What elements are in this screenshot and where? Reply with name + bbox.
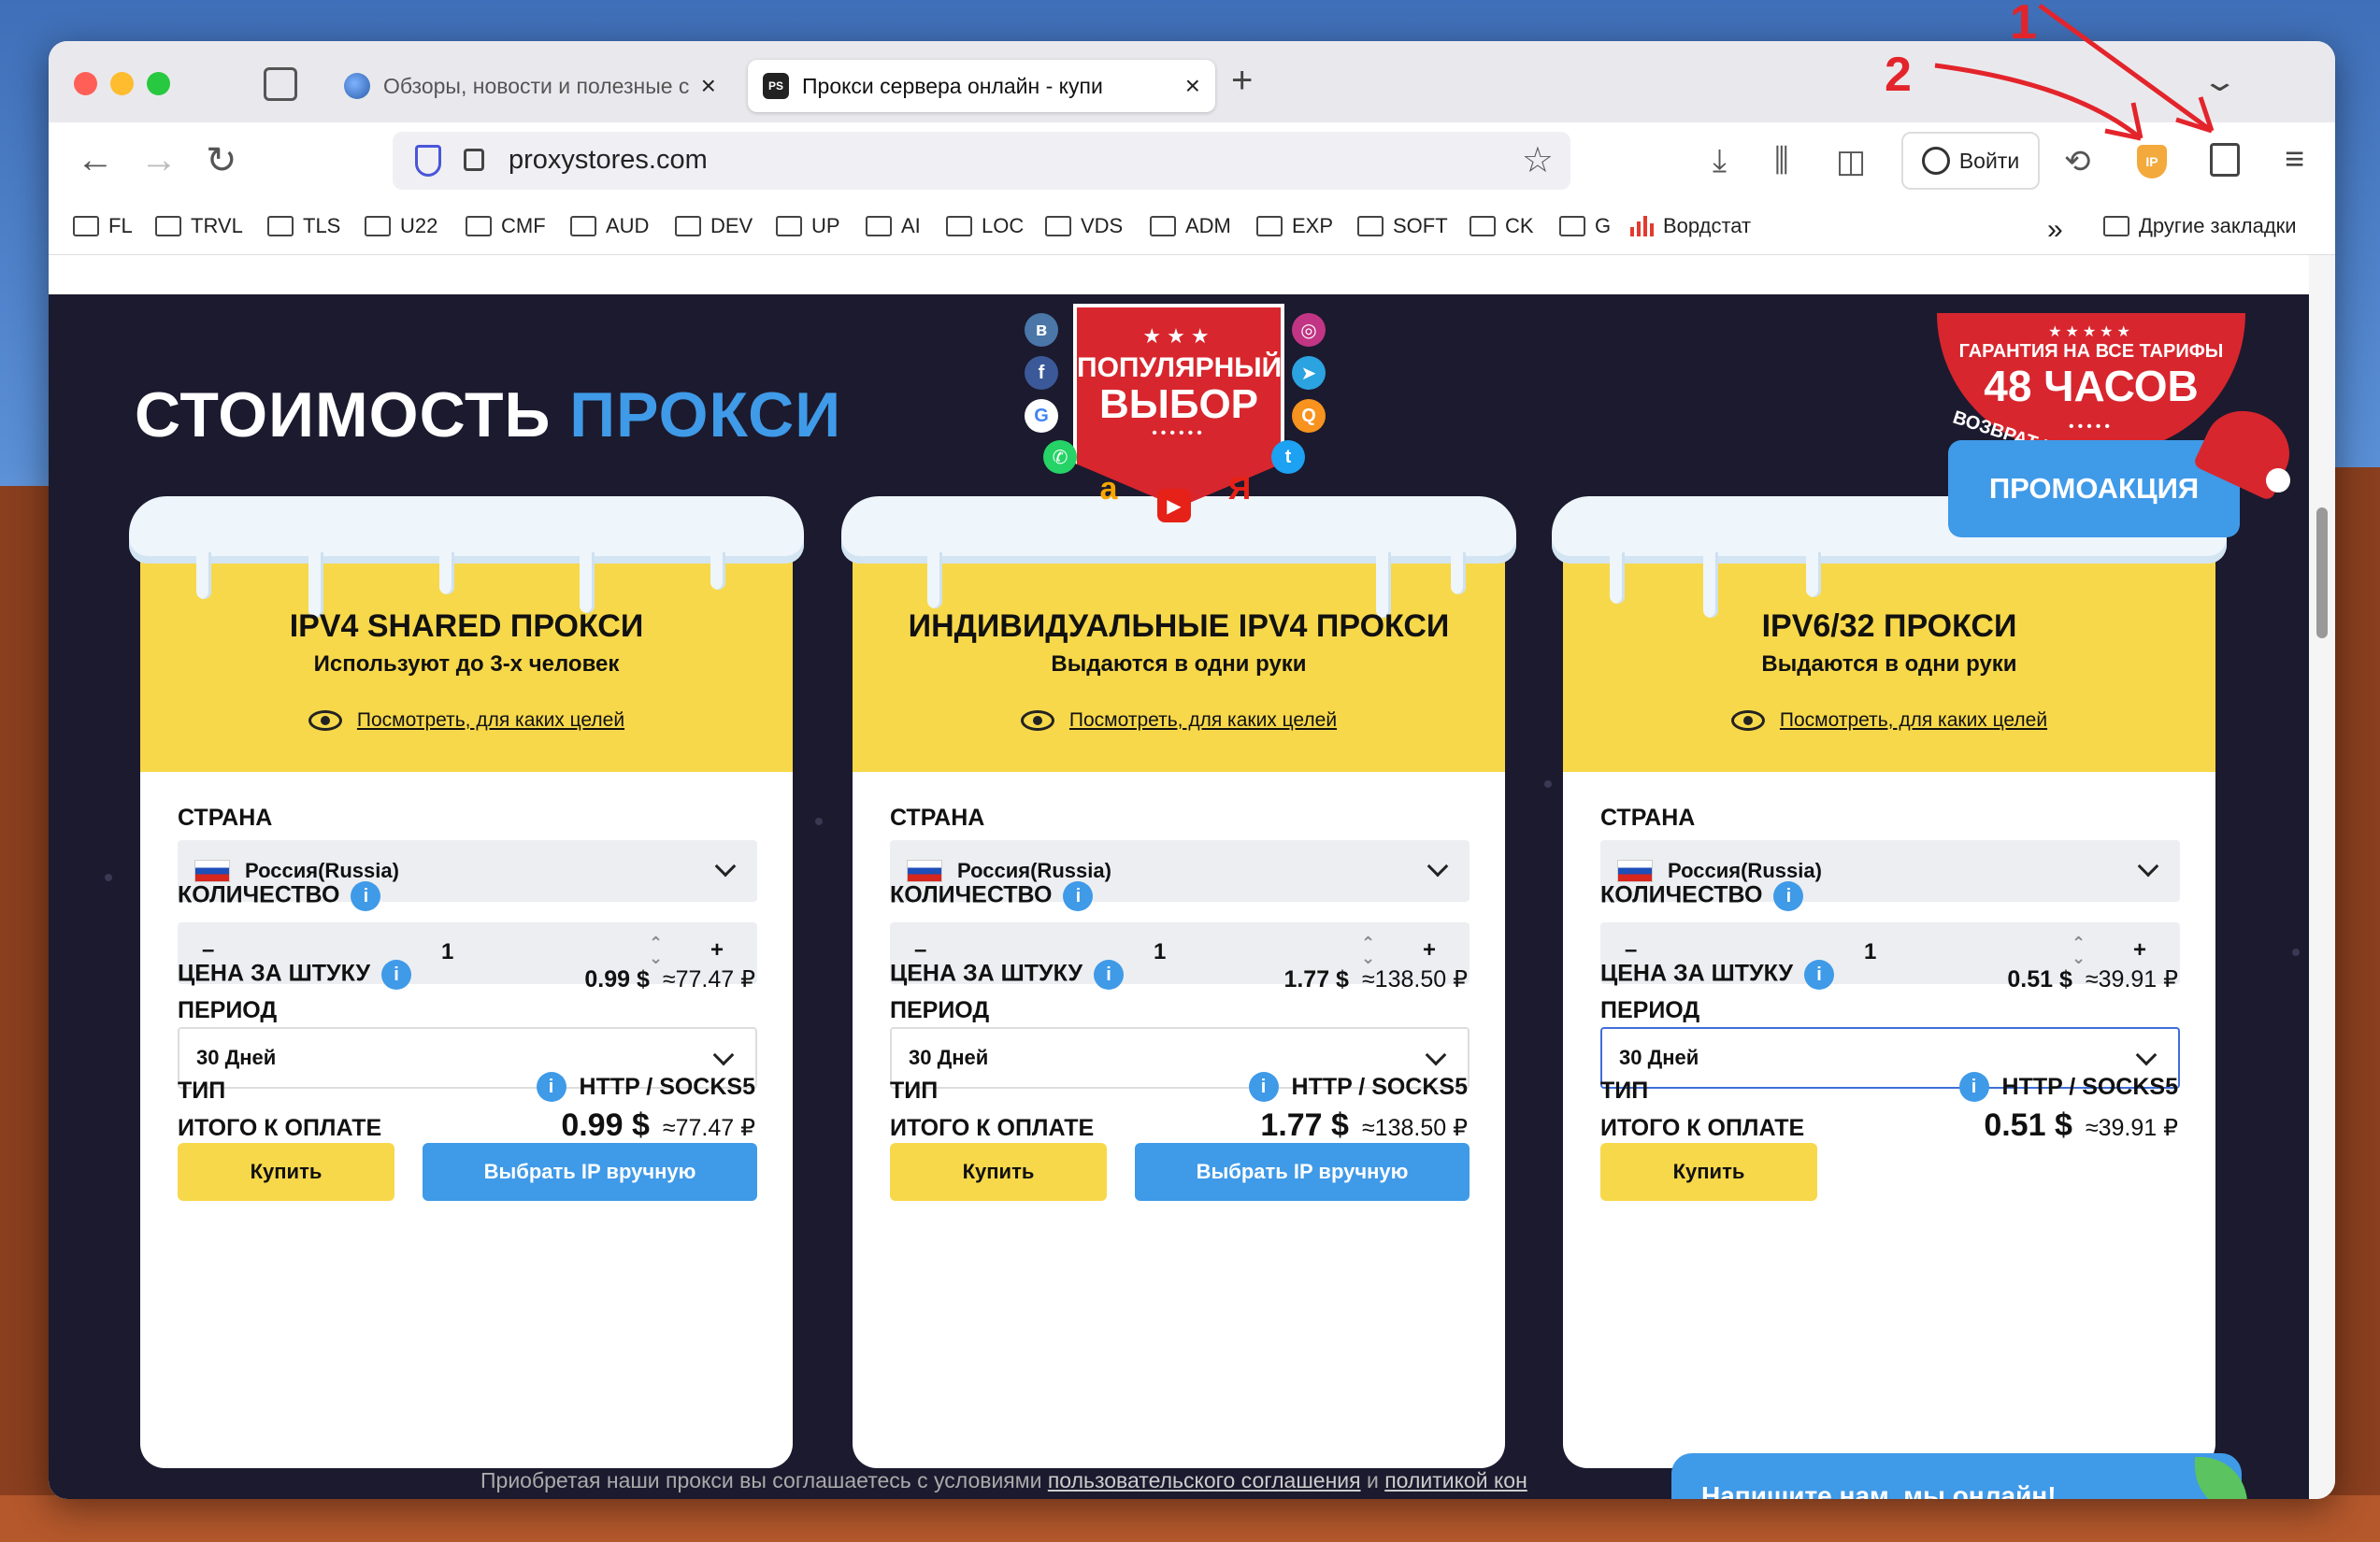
annotation-number-2: 2 xyxy=(1885,48,1912,102)
annotation-arrow-2 xyxy=(1934,63,2143,141)
annotation-arrows xyxy=(1934,3,2215,141)
annotation-arrow-1 xyxy=(2038,3,2215,134)
annotation-number-1: 1 xyxy=(2010,0,2037,50)
